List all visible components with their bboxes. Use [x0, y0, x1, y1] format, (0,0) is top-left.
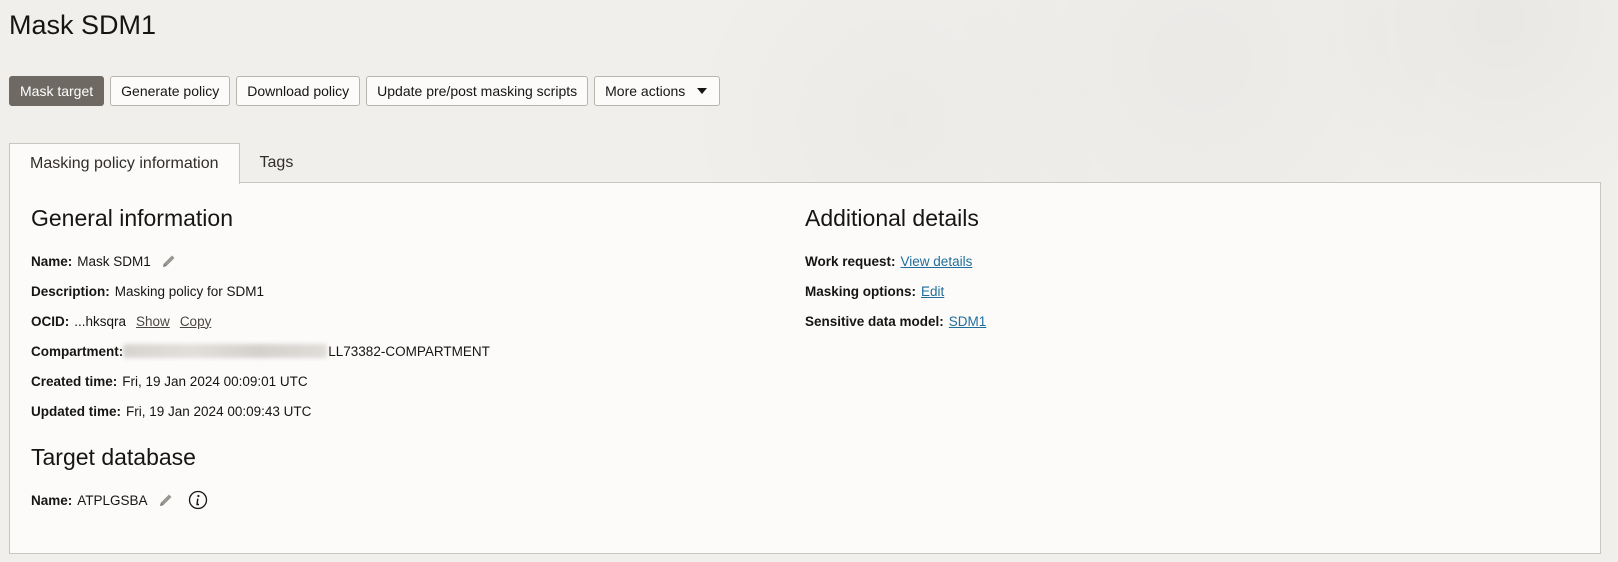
info-icon[interactable]	[188, 490, 208, 510]
target-database-section: Target database Name: ATPLGSBA	[31, 444, 490, 515]
updated-time-value: Fri, 19 Jan 2024 00:09:43 UTC	[126, 403, 312, 419]
page-title: Mask SDM1	[9, 10, 157, 40]
sdm-link[interactable]: SDM1	[949, 314, 987, 329]
general-information-title: General information	[31, 205, 233, 231]
pencil-icon[interactable]	[161, 253, 177, 269]
compartment-value: LL73382-COMPARTMENT	[328, 343, 490, 359]
edit-masking-options-link[interactable]: Edit	[921, 284, 944, 299]
pencil-icon[interactable]	[158, 492, 174, 508]
work-request-row: Work request: View details	[805, 246, 986, 276]
tab-masking-policy-information[interactable]: Masking policy information	[9, 143, 240, 184]
compartment-label: Compartment:	[31, 343, 124, 359]
target-name-value: ATPLGSBA	[77, 492, 148, 508]
target-database-title: Target database	[31, 444, 196, 470]
sensitive-data-model-label: Sensitive data model:	[805, 313, 944, 329]
ocid-label: OCID:	[31, 313, 70, 329]
update-scripts-button[interactable]: Update pre/post masking scripts	[366, 76, 589, 106]
left-column: General information Name: Mask SDM1 Desc…	[31, 205, 490, 515]
ocid-value: ...hksqra	[74, 313, 127, 329]
created-time-row: Created time: Fri, 19 Jan 2024 00:09:01 …	[31, 366, 490, 396]
ocid-copy-link[interactable]: Copy	[180, 314, 212, 329]
ocid-show-link[interactable]: Show	[136, 314, 170, 329]
compartment-row: Compartment: LL73382-COMPARTMENT	[31, 336, 490, 366]
updated-time-row: Updated time: Fri, 19 Jan 2024 00:09:43 …	[31, 396, 490, 426]
description-row: Description: Masking policy for SDM1	[31, 276, 490, 306]
more-actions-label: More actions	[605, 83, 686, 99]
view-details-link[interactable]: View details	[901, 254, 973, 269]
name-value: Mask SDM1	[77, 253, 151, 269]
created-time-value: Fri, 19 Jan 2024 00:09:01 UTC	[122, 373, 308, 389]
tab-tags[interactable]: Tags	[240, 143, 314, 183]
created-time-label: Created time:	[31, 373, 118, 389]
right-column: Additional details Work request: View de…	[805, 205, 986, 336]
work-request-label: Work request:	[805, 253, 896, 269]
additional-details-title: Additional details	[805, 205, 979, 231]
download-policy-button[interactable]: Download policy	[236, 76, 361, 106]
tab-bar: Masking policy information Tags	[9, 143, 314, 184]
mask-target-button[interactable]: Mask target	[9, 76, 105, 106]
name-row: Name: Mask SDM1	[31, 246, 490, 276]
description-label: Description:	[31, 283, 110, 299]
caret-down-icon	[697, 88, 708, 94]
name-label: Name:	[31, 253, 73, 269]
target-name-label: Name:	[31, 492, 73, 508]
description-value: Masking policy for SDM1	[114, 283, 265, 299]
more-actions-button[interactable]: More actions	[594, 76, 721, 106]
redacted-text	[123, 344, 328, 358]
sensitive-data-model-row: Sensitive data model: SDM1	[805, 306, 986, 336]
target-name-row: Name: ATPLGSBA	[31, 485, 490, 515]
masking-options-row: Masking options: Edit	[805, 276, 986, 306]
action-toolbar: Mask target Generate policy Download pol…	[9, 76, 721, 106]
updated-time-label: Updated time:	[31, 403, 122, 419]
generate-policy-button[interactable]: Generate policy	[110, 76, 231, 106]
masking-options-label: Masking options:	[805, 283, 916, 299]
ocid-row: OCID: ...hksqra Show Copy	[31, 306, 490, 336]
tab-panel: General information Name: Mask SDM1 Desc…	[9, 182, 1601, 554]
